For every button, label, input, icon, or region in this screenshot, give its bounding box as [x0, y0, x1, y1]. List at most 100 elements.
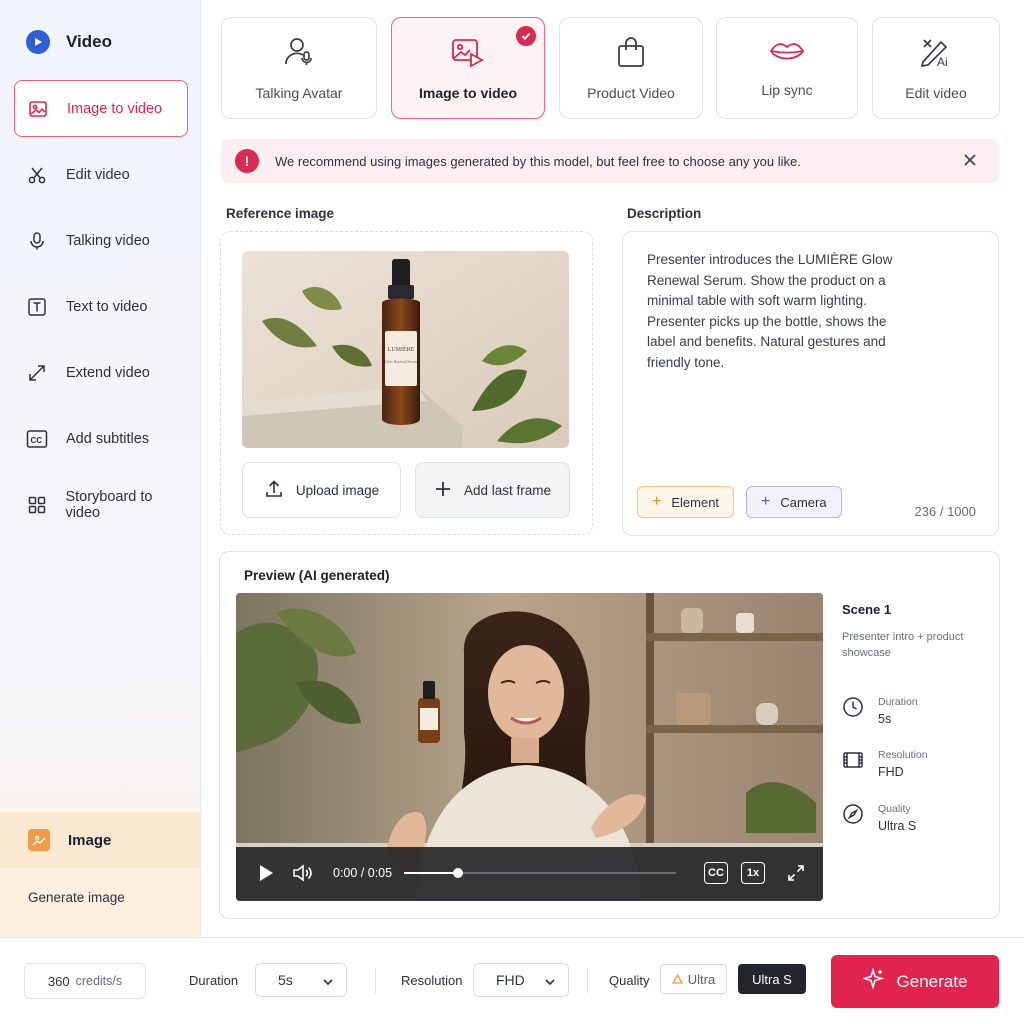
- quality-option-ultra-s[interactable]: Ultra S: [738, 964, 806, 994]
- duration-value: 5s: [278, 972, 293, 988]
- camera-label: Camera: [780, 494, 827, 510]
- sparkle-icon: [861, 967, 885, 995]
- reference-image-label: Reference image: [226, 206, 335, 221]
- chevron-down-icon: [322, 975, 334, 991]
- chevron-down-icon: [544, 975, 556, 991]
- sidebar-item-image-to-video[interactable]: Image to video: [14, 80, 188, 137]
- generate-button[interactable]: Generate: [831, 955, 999, 1008]
- image-video-icon: [451, 36, 485, 71]
- cc-icon: CC: [26, 428, 48, 450]
- grid-icon: [26, 494, 47, 516]
- sidebar-item-edit-video[interactable]: Edit video: [14, 146, 188, 203]
- duration-select[interactable]: 5s: [255, 963, 347, 997]
- video-player[interactable]: 0:00 / 0:05 CC 1x: [236, 593, 823, 901]
- scene-description: Presenter intro + product showcase: [842, 631, 964, 659]
- image-section: Image Generate image: [0, 812, 200, 937]
- image-icon: [28, 829, 50, 851]
- meta-value: FHD: [878, 765, 904, 779]
- mode-product-video[interactable]: Product Video: [559, 17, 703, 119]
- mode-edit-video[interactable]: Ai Edit video: [872, 17, 1000, 119]
- mode-label: Talking Avatar: [255, 84, 343, 101]
- description-textarea[interactable]: Presenter introduces the LUMIÈRE Glow Re…: [647, 250, 907, 373]
- resolution-select[interactable]: FHD: [473, 963, 569, 997]
- meta-resolution: Resolution FHD: [842, 749, 928, 779]
- credits-unit: credits/s: [75, 974, 123, 988]
- mode-label: Lip sync: [761, 81, 813, 98]
- upload-icon: [264, 479, 284, 502]
- quality-label: Quality: [609, 973, 650, 988]
- sidebar-item-label: Extend video: [66, 364, 150, 381]
- meta-value: Ultra S: [878, 819, 917, 833]
- sidebar-item-label: Image to video: [67, 100, 163, 117]
- divider: [587, 968, 588, 994]
- play-icon[interactable]: [258, 864, 274, 887]
- speed-button[interactable]: 1x: [741, 862, 765, 884]
- plus-icon: [434, 480, 452, 501]
- ai-edit-icon: Ai: [919, 36, 953, 71]
- sidebar-nav: Image to video Edit video Talking video …: [14, 80, 188, 542]
- svg-text:Ai: Ai: [937, 55, 948, 68]
- film-icon: [842, 749, 864, 776]
- lips-icon: [769, 39, 805, 68]
- sidebar-item-label: Text to video: [66, 298, 148, 315]
- sidebar-item-label: Add subtitles: [66, 430, 150, 447]
- microphone-icon: [26, 230, 48, 252]
- text-box-icon: [26, 296, 48, 318]
- volume-icon[interactable]: [292, 863, 314, 888]
- mode-label: Image to video: [418, 84, 518, 101]
- video-controls: 0:00 / 0:05 CC 1x: [236, 847, 823, 901]
- add-camera-chip[interactable]: + Camera: [746, 486, 842, 518]
- meta-quality: Quality Ultra S: [842, 803, 916, 833]
- mode-image-to-video[interactable]: Image to video: [391, 17, 545, 119]
- mode-lip-sync[interactable]: Lip sync: [716, 17, 858, 119]
- description-panel[interactable]: Presenter introduces the LUMIÈRE Glow Re…: [622, 231, 999, 536]
- close-icon[interactable]: [961, 151, 979, 169]
- image-section-header[interactable]: Image: [0, 812, 200, 868]
- meta-label: Duration: [878, 696, 918, 708]
- progress-track[interactable]: [404, 868, 676, 878]
- bottle-sub-text: Glow Renewal Serum: [385, 360, 417, 364]
- reference-image-panel[interactable]: LUMIÈRE Glow Renewal Serum Upload image …: [220, 231, 593, 535]
- captions-button[interactable]: CC: [704, 862, 728, 884]
- sidebar-item-extend-video[interactable]: Extend video: [14, 344, 188, 401]
- reference-image[interactable]: LUMIÈRE Glow Renewal Serum: [242, 251, 569, 448]
- compass-icon: [842, 803, 864, 830]
- sidebar-item-add-subtitles[interactable]: CC Add subtitles: [14, 410, 188, 467]
- info-icon: !: [235, 149, 259, 173]
- check-icon: [516, 26, 536, 46]
- plus-icon: +: [761, 493, 771, 510]
- fullscreen-icon[interactable]: [787, 864, 805, 887]
- resolution-value: FHD: [496, 972, 525, 988]
- sidebar-item-storyboard[interactable]: Storyboard to video: [14, 476, 188, 533]
- resolution-label: Resolution: [401, 973, 463, 988]
- meta-value: 5s: [878, 712, 892, 726]
- avatar-mic-icon: [283, 36, 315, 71]
- bottom-toolbar: 360 credits/s Duration 5s Resolution FHD…: [0, 937, 1024, 1024]
- scissors-icon: [26, 164, 48, 186]
- divider: [375, 968, 376, 994]
- quality-option-label: Ultra: [687, 971, 716, 987]
- sidebar-item-talking-video[interactable]: Talking video: [14, 212, 188, 269]
- progress-knob[interactable]: [453, 868, 464, 878]
- video-time: 0:00 / 0:05: [333, 866, 393, 880]
- brand-title: Video: [66, 32, 112, 51]
- duration-label: Duration: [189, 973, 239, 988]
- character-counter: 236 / 1000: [914, 504, 976, 519]
- bottle-brand-text: LUMIÈRE: [388, 345, 415, 353]
- sidebar: Video Image to video Edit video Talking …: [0, 0, 201, 937]
- svg-text:CC: CC: [31, 436, 43, 445]
- meta-duration: Duration 5s: [842, 696, 918, 726]
- sidebar-item-label: Edit video: [66, 166, 130, 183]
- sidebar-item-label: Talking video: [66, 232, 150, 249]
- add-last-frame-label: Add last frame: [463, 482, 552, 498]
- add-element-chip[interactable]: + Element: [637, 486, 735, 518]
- progress-fill: [404, 872, 459, 874]
- mode-talking-avatar[interactable]: Talking Avatar: [221, 17, 377, 119]
- generate-image-link[interactable]: Generate image: [0, 868, 200, 905]
- generate-label: Generate: [896, 971, 968, 991]
- sidebar-item-text-to-video[interactable]: Text to video: [14, 278, 188, 335]
- brand[interactable]: Video: [26, 30, 112, 54]
- upload-image-button[interactable]: Upload image: [242, 462, 401, 518]
- quality-option-ultra[interactable]: Ultra: [660, 964, 727, 994]
- add-last-frame-button[interactable]: Add last frame: [415, 462, 570, 518]
